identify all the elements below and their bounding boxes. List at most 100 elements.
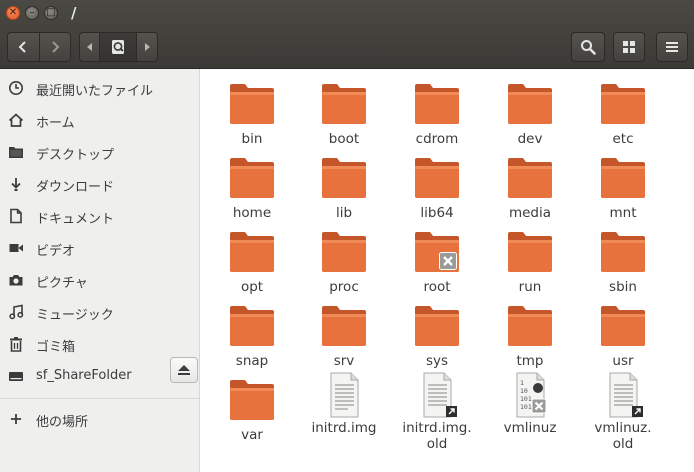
folder-icon [228,156,276,200]
file-label: lib [335,205,353,221]
maximize-window-button[interactable]: □ [44,6,58,20]
svg-text:10: 10 [520,387,528,395]
grid-view-icon [623,41,635,53]
chevron-left-icon [19,41,27,53]
file-item-run[interactable]: run [482,230,578,295]
file-label: usr [612,353,634,369]
file-label: initrd.img. old [402,420,472,452]
music-icon [8,304,24,320]
sidebar-item-videos[interactable]: ビデオ [0,233,199,263]
file-item-tmp[interactable]: tmp [482,304,578,369]
file-label: vmlinuz [503,420,557,436]
symlink-file-icon [599,371,647,419]
path-bar [79,32,158,62]
file-item-var[interactable]: var [204,378,300,443]
file-item-etc[interactable]: etc [575,82,671,147]
file-label: srv [333,353,355,369]
file-item-proc[interactable]: proc [296,230,392,295]
search-icon [581,40,596,55]
file-label: mnt [609,205,637,221]
header-bar: ✕ – □ / [0,0,694,69]
file-item-vmlinuz[interactable]: 1 10 101 1010 vmlinuz [482,371,578,436]
folder-icon [599,156,647,200]
folder-icon [413,230,461,274]
back-button[interactable] [8,33,40,61]
sidebar-item-documents[interactable]: ドキュメント [0,201,199,231]
sidebar-item-sharefolder[interactable]: sf_ShareFolder [0,357,199,391]
window-title: / [71,4,77,22]
file-item-initrd-img[interactable]: initrd.img [296,371,392,436]
file-item-lib64[interactable]: lib64 [389,156,485,221]
svg-text:101: 101 [520,395,532,403]
view-toggle-button[interactable] [613,32,645,62]
sidebar-item-other-locations[interactable]: 他の場所 [0,404,199,434]
plus-icon [8,411,24,427]
close-window-button[interactable]: ✕ [6,6,20,20]
file-item-mnt[interactable]: mnt [575,156,671,221]
file-item-boot[interactable]: boot [296,82,392,147]
file-item-vmlinuz-old[interactable]: vmlinuz. old [575,371,671,452]
sidebar-item-label: 最近開いたファイル [36,84,154,99]
sidebar-item-label: ビデオ [36,244,76,259]
file-label: dev [517,131,543,147]
sidebar-item-recent[interactable]: 最近開いたファイル [0,73,199,103]
video-icon [8,240,24,256]
file-item-home[interactable]: home [204,156,300,221]
forward-button[interactable] [40,33,70,61]
folder-icon [320,156,368,200]
file-item-cdrom[interactable]: cdrom [389,82,485,147]
file-item-media[interactable]: media [482,156,578,221]
sidebar-item-music[interactable]: ミュージック [0,297,199,327]
file-item-sbin[interactable]: sbin [575,230,671,295]
file-item-dev[interactable]: dev [482,82,578,147]
chevron-right-icon [52,41,60,53]
sidebar-item-label: ドキュメント [36,212,115,227]
search-button[interactable] [571,32,605,62]
file-item-lib[interactable]: lib [296,156,392,221]
file-label: boot [328,131,360,147]
sidebar-item-home[interactable]: ホーム [0,105,199,135]
sidebar-item-desktop[interactable]: デスクトップ [0,137,199,167]
root-disk-icon [112,40,125,54]
sidebar-item-trash[interactable]: ゴミ箱 [0,329,199,359]
file-item-snap[interactable]: snap [204,304,300,369]
sidebar-item-downloads[interactable]: ダウンロード [0,169,199,199]
download-icon [8,176,24,192]
sidebar-item-label: ゴミ箱 [36,340,76,355]
drive-icon [8,368,24,384]
path-root-button[interactable] [100,33,136,61]
file-label: bin [241,131,263,147]
folder-icon [413,82,461,126]
folder-icon [599,82,647,126]
sidebar-item-label: デスクトップ [36,148,115,163]
folder-icon [228,230,276,274]
file-item-srv[interactable]: srv [296,304,392,369]
clock-icon [8,80,24,96]
caret-right-icon [144,43,150,51]
file-label: etc [612,131,634,147]
file-label: tmp [516,353,544,369]
minimize-window-button[interactable]: – [25,6,39,20]
path-scroll-left-button[interactable] [80,33,101,61]
file-item-usr[interactable]: usr [575,304,671,369]
file-item-opt[interactable]: opt [204,230,300,295]
sidebar-item-pictures[interactable]: ピクチャ [0,265,199,295]
history-button-group [7,32,71,62]
file-label: proc [329,279,359,295]
file-item-root[interactable]: root [389,230,485,295]
file-grid: bin boot cdrom dev etc home lib lib64 me… [200,69,694,472]
folder-icon [320,230,368,274]
folder-icon [228,82,276,126]
menu-button[interactable] [656,32,688,62]
path-scroll-right-button[interactable] [135,33,157,61]
sidebar-item-label: ピクチャ [36,276,88,291]
file-item-bin[interactable]: bin [204,82,300,147]
eject-icon [178,365,190,375]
folder-icon [599,304,647,348]
file-item-initrd-img-old[interactable]: initrd.img. old [389,371,485,452]
home-icon [8,112,24,128]
file-item-sys[interactable]: sys [389,304,485,369]
folder-icon [320,304,368,348]
trash-icon [8,336,24,352]
eject-button[interactable] [170,357,198,383]
